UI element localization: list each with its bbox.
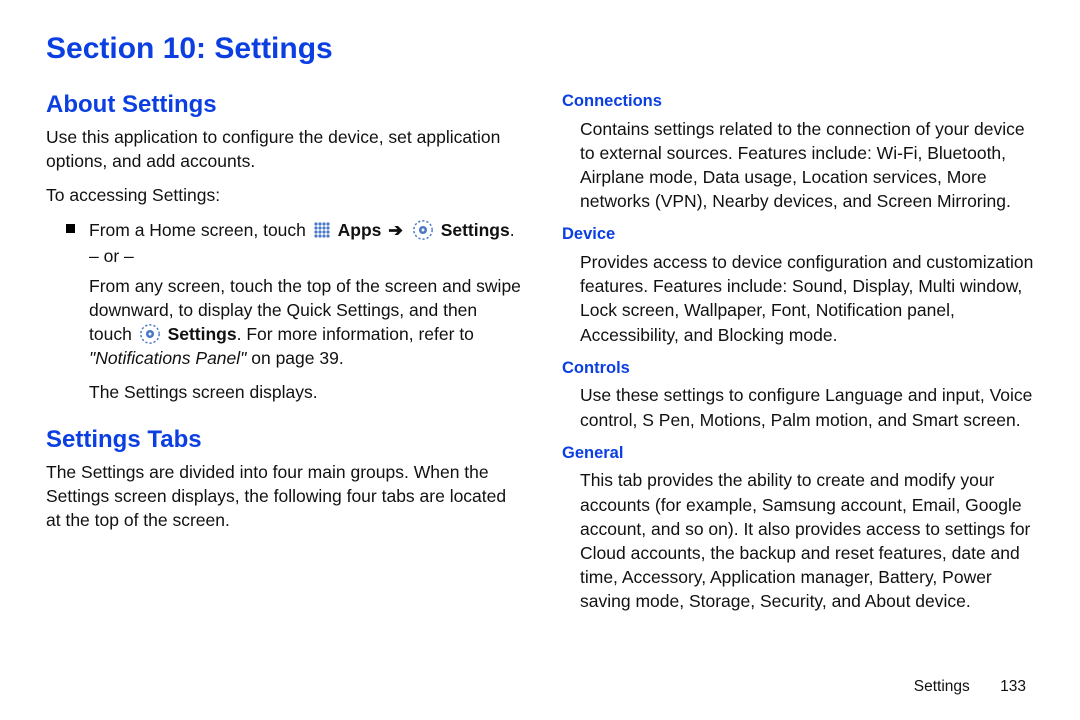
section-title: Section 10: Settings (46, 32, 1038, 66)
connections-heading: Connections (562, 90, 1038, 113)
general-heading: General (562, 442, 1038, 465)
footer-page: 133 (1000, 678, 1026, 695)
square-bullet-icon (66, 224, 75, 233)
quick-after: . For more information, refer to (237, 324, 474, 344)
left-column: About Settings Use this application to c… (46, 88, 522, 672)
about-intro: Use this application to configure the de… (46, 125, 522, 173)
tabs-heading: Settings Tabs (46, 423, 522, 456)
page-footer: Settings 133 (46, 678, 1038, 696)
device-heading: Device (562, 223, 1038, 246)
device-body: Provides access to device configuration … (580, 250, 1038, 347)
doc-page: Section 10: Settings About Settings Use … (0, 0, 1080, 720)
settings-gear-icon (139, 323, 161, 345)
apps-grid-icon (313, 221, 331, 239)
xref-italic: "Notifications Panel" (89, 348, 246, 368)
step-line: From a Home screen, touch (89, 218, 522, 242)
right-column: Connections Contains settings related to… (562, 88, 1038, 672)
arrow-icon: ➔ (388, 220, 403, 240)
settings-label-1: Settings (441, 220, 510, 240)
bullet-item: From a Home screen, touch (64, 218, 522, 415)
about-heading: About Settings (46, 88, 522, 121)
controls-heading: Controls (562, 357, 1038, 380)
step-prefix: From a Home screen, touch (89, 220, 306, 240)
columns: About Settings Use this application to c… (46, 88, 1038, 672)
settings-label-2: Settings (168, 324, 237, 344)
settings-gear-icon (412, 219, 434, 241)
bullet-text: From a Home screen, touch (89, 218, 522, 415)
about-access-label: To accessing Settings: (46, 183, 522, 207)
or-label: – or – (89, 244, 522, 268)
footer-name: Settings (914, 678, 970, 695)
apps-label: Apps (338, 220, 382, 240)
quick-settings-para: From any screen, touch the top of the sc… (89, 274, 522, 371)
connections-body: Contains settings related to the connect… (580, 117, 1038, 214)
general-body: This tab provides the ability to create … (580, 468, 1038, 613)
xref-page: on page 39. (246, 348, 343, 368)
tabs-intro: The Settings are divided into four main … (46, 460, 522, 532)
controls-body: Use these settings to configure Language… (580, 383, 1038, 431)
result-line: The Settings screen displays. (89, 380, 522, 404)
